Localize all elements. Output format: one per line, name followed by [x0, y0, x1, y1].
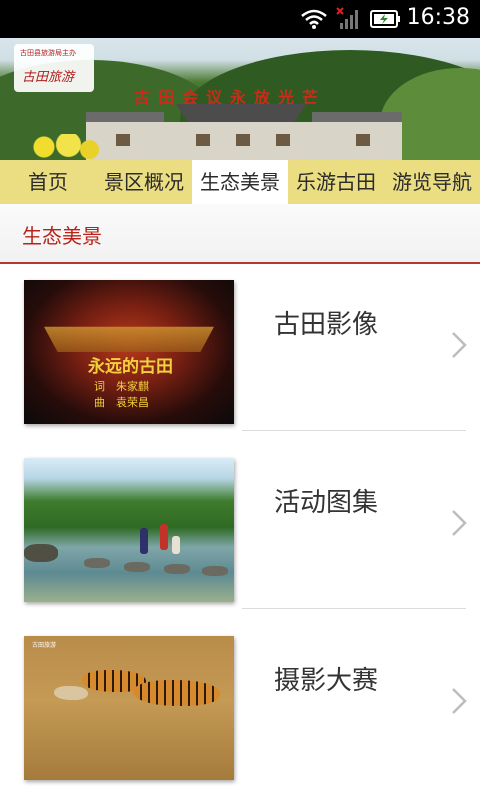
row-divider	[242, 608, 466, 609]
thumbnail-river-photo	[24, 458, 234, 602]
thumbnail-tiger-photo: 古田旅游	[24, 636, 234, 780]
thumbnail-title: 永远的古田	[88, 357, 173, 377]
app-logo: 古田县旅游局主办 古田旅游	[14, 44, 94, 92]
wifi-icon	[301, 9, 327, 29]
battery-charging-icon	[370, 10, 400, 28]
thumbnail-credit-music: 曲 袁荣昌	[94, 396, 149, 409]
nav-item-navigation[interactable]: 游览导航	[384, 160, 480, 204]
logo-subtitle: 古田县旅游局主办	[20, 49, 76, 57]
no-signal-icon	[336, 7, 358, 29]
clock: 16:38	[406, 5, 470, 30]
nav-item-scenery[interactable]: 生态美景	[192, 160, 288, 204]
list-item-label: 摄影大赛	[274, 666, 379, 696]
section-title: 生态美景	[22, 224, 102, 248]
header-banner: 古田县旅游局主办 古田旅游 古田会议永放光芒	[0, 38, 480, 160]
chevron-right-icon	[452, 510, 467, 536]
chevron-right-icon	[452, 332, 467, 358]
flowers-decoration	[30, 134, 100, 160]
top-nav: 首页 景区概况 生态美景 乐游古田 游览导航	[0, 160, 480, 204]
section-header: 生态美景	[0, 204, 480, 264]
nav-item-fun-tour[interactable]: 乐游古田	[288, 160, 384, 204]
list-item-photo-contest[interactable]: 古田旅游 摄影大赛	[0, 618, 480, 780]
list-item-label: 活动图集	[274, 488, 379, 518]
thumbnail-credit-lyrics: 词 朱家麒	[94, 380, 149, 393]
nav-item-overview[interactable]: 景区概况	[96, 160, 192, 204]
thumbnail-gutian-video: 永远的古田 词 朱家麒 曲 袁荣昌	[24, 280, 234, 424]
list-item-activity-gallery[interactable]: 活动图集	[0, 440, 480, 609]
chevron-right-icon	[452, 688, 467, 714]
logo-title: 古田旅游	[22, 70, 75, 85]
row-divider	[242, 430, 466, 431]
status-icons	[300, 6, 402, 32]
status-bar: 16:38	[0, 0, 480, 38]
banner-building-image	[86, 104, 402, 160]
thumbnail-caption: 古田旅游	[32, 642, 57, 649]
list-item-label: 古田影像	[274, 310, 379, 340]
nav-item-home[interactable]: 首页	[0, 160, 96, 204]
list-item-gutian-images[interactable]: 永远的古田 词 朱家麒 曲 袁荣昌 古田影像	[0, 262, 480, 431]
